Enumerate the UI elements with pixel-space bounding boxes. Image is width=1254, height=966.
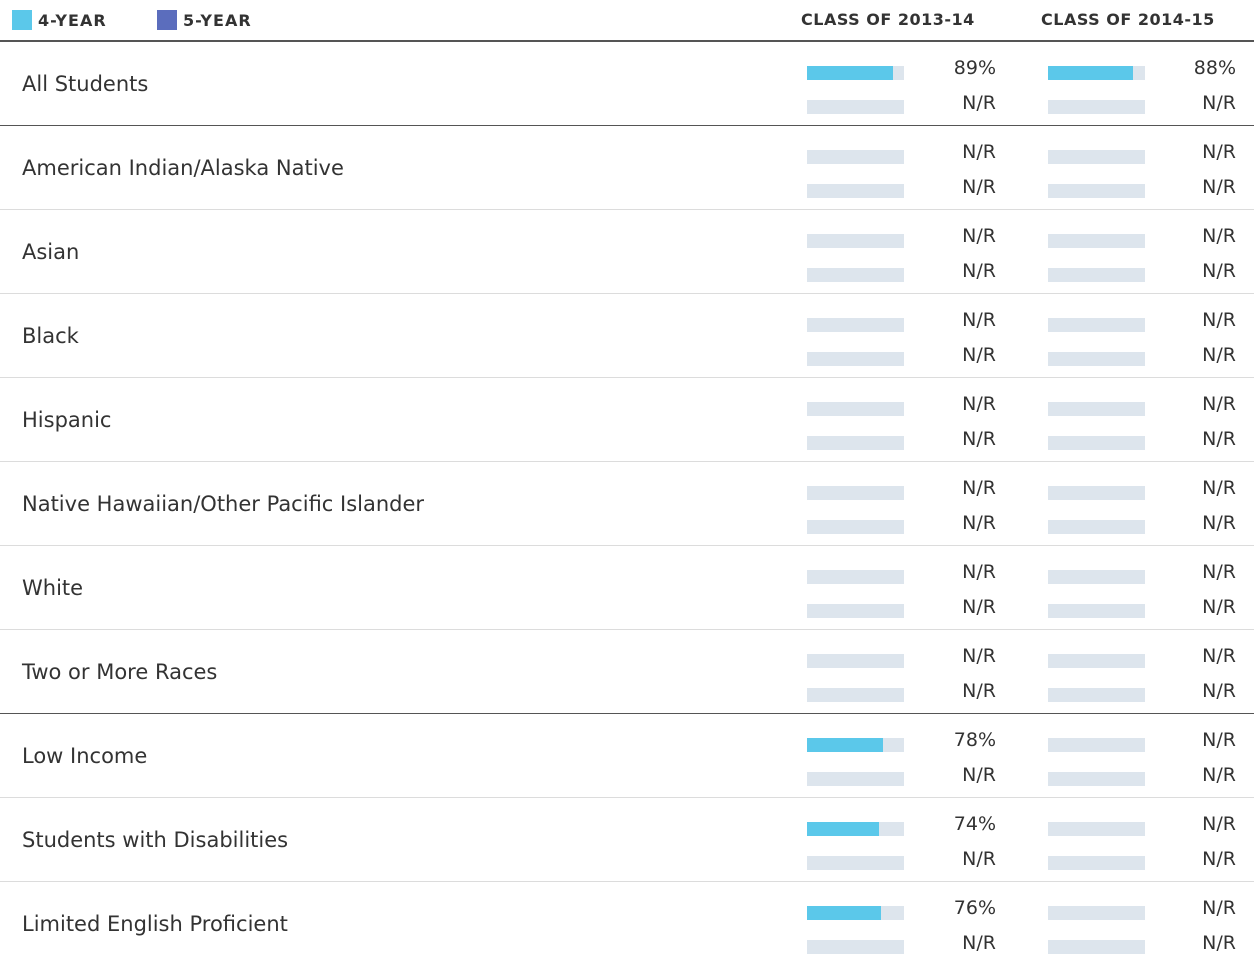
row-label-hispanic: Hispanic (22, 408, 112, 432)
table-row: Limited English Proficient 76% N/R N/R N/R (0, 882, 1254, 966)
data-label-2014-15-5-year: N/R (1202, 92, 1236, 114)
row-label-low-income: Low Income (22, 744, 148, 768)
data-label-2013-14-5-year: N/R (962, 680, 996, 702)
data-label-2014-15-5-year: N/R (1202, 344, 1236, 366)
data-label-2014-15-5-year: N/R (1202, 428, 1236, 450)
table-row: White N/R N/R N/R N/R (0, 546, 1254, 630)
data-label-2013-14-5-year: N/R (962, 596, 996, 618)
legend-item-5-year: 5-YEAR (157, 9, 252, 31)
legend-item-4-year: 4-YEAR (12, 9, 107, 31)
data-label-2013-14-5-year: N/R (962, 176, 996, 198)
row-label-american-indian-alaska-native: American Indian/Alaska Native (22, 156, 344, 180)
data-label-2014-15-4-year: N/R (1202, 225, 1236, 247)
data-label-2013-14-4-year: N/R (962, 393, 996, 415)
data-label-2013-14-4-year: 89% (953, 57, 996, 79)
data-label-2013-14-4-year: N/R (962, 225, 996, 247)
table-row: Native Hawaiian/Other Pacific Islander N/… (0, 462, 1254, 546)
data-label-2013-14-4-year: N/R (962, 645, 996, 667)
column-header-2014-15: CLASS OF 2014-15 (1041, 10, 1215, 29)
data-label-2013-14-5-year: N/R (962, 344, 996, 366)
row-label-all-students: All Students (22, 72, 149, 96)
data-label-2013-14-4-year: N/R (962, 561, 996, 583)
bar-2013-14-4-year (807, 906, 881, 920)
data-label-2013-14-4-year: 78% (953, 729, 996, 751)
bar-2013-14-4-year (807, 66, 893, 80)
table-header: 4-YEAR 5-YEAR CLASS OF 2013-14 CLASS OF … (0, 0, 1254, 42)
data-label-2013-14-5-year: N/R (962, 428, 996, 450)
data-label-2014-15-5-year: N/R (1202, 932, 1236, 954)
data-label-2013-14-5-year: N/R (962, 92, 996, 114)
row-label-white: White (22, 576, 84, 600)
data-label-2013-14-5-year: N/R (962, 260, 996, 282)
data-label-2013-14-5-year: N/R (962, 512, 996, 534)
row-label-students-with-disabilities: Students with Disabilities (22, 828, 289, 852)
bar-2013-14-4-year (807, 738, 883, 752)
legend-swatch-4-year (12, 10, 32, 30)
data-label-2014-15-5-year: N/R (1202, 764, 1236, 786)
data-label-2013-14-4-year: N/R (962, 309, 996, 331)
table-row: Students with Disabilities 74% N/R N/R N/R (0, 798, 1254, 882)
data-label-2014-15-4-year: N/R (1202, 141, 1236, 163)
data-label-2013-14-4-year: N/R (962, 141, 996, 163)
legend-swatch-5-year (157, 10, 177, 30)
data-label-2014-15-4-year: N/R (1202, 645, 1236, 667)
table-row: Low Income 78% N/R N/R N/R (0, 714, 1254, 798)
table-row: Black N/R N/R N/R N/R (0, 294, 1254, 378)
table-row: Asian N/R N/R N/R N/R (0, 210, 1254, 294)
data-label-2014-15-5-year: N/R (1202, 596, 1236, 618)
data-label-2013-14-4-year: 74% (953, 813, 996, 835)
data-label-2014-15-5-year: N/R (1202, 848, 1236, 870)
table-row: American Indian/Alaska Native N/R N/R N/R N/… (0, 126, 1254, 210)
table-row: Two or More Races N/R N/R N/R N/R (0, 630, 1254, 714)
row-label-two-or-more-races: Two or More Races (22, 660, 218, 684)
data-label-2014-15-5-year: N/R (1202, 176, 1236, 198)
legend-label-5-year: 5-YEAR (183, 10, 252, 30)
row-label-native-hawaiian-other-pacific-islander: Native Hawaiian/Other Pacific Islander (22, 492, 425, 516)
data-label-2014-15-5-year: N/R (1202, 680, 1236, 702)
row-label-limited-english-proficient: Limited English Proficient (22, 912, 288, 936)
data-label-2014-15-4-year: N/R (1202, 897, 1236, 919)
data-label-2014-15-4-year: 88% (1193, 57, 1236, 79)
data-label-2014-15-4-year: N/R (1202, 309, 1236, 331)
data-label-2014-15-4-year: N/R (1202, 393, 1236, 415)
row-label-black: Black (22, 324, 79, 348)
graduation-rate-table: All Students 89% N/R 88% N/R American Indian/… (0, 42, 1254, 966)
table-row: All Students 89% N/R 88% N/R (0, 42, 1254, 126)
data-label-2013-14-5-year: N/R (962, 848, 996, 870)
bar-2014-15-4-year (1048, 66, 1133, 80)
data-label-2014-15-4-year: N/R (1202, 561, 1236, 583)
data-label-2013-14-4-year: N/R (962, 477, 996, 499)
legend-label-4-year: 4-YEAR (38, 10, 107, 30)
data-label-2013-14-5-year: N/R (962, 764, 996, 786)
data-label-2013-14-4-year: 76% (953, 897, 996, 919)
data-label-2013-14-5-year: N/R (962, 932, 996, 954)
data-label-2014-15-5-year: N/R (1202, 260, 1236, 282)
row-label-asian: Asian (22, 240, 80, 264)
data-label-2014-15-5-year: N/R (1202, 512, 1236, 534)
data-label-2014-15-4-year: N/R (1202, 729, 1236, 751)
column-header-2013-14: CLASS OF 2013-14 (801, 10, 975, 29)
table-row: Hispanic N/R N/R N/R N/R (0, 378, 1254, 462)
data-label-2014-15-4-year: N/R (1202, 477, 1236, 499)
data-label-2014-15-4-year: N/R (1202, 813, 1236, 835)
bar-2013-14-4-year (807, 822, 879, 836)
